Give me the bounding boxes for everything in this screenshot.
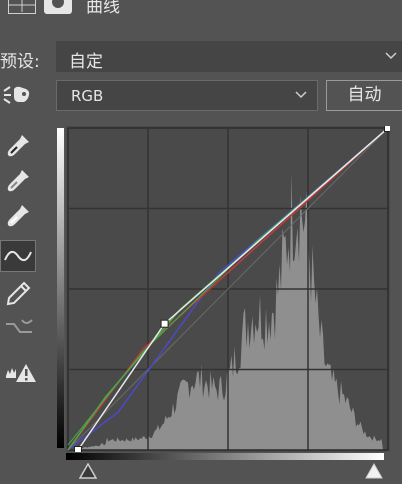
gray-point-eyedropper-icon (7, 170, 29, 192)
curve-control-point[interactable] (384, 124, 392, 132)
curve-control-point[interactable] (74, 446, 82, 454)
black-point-slider[interactable] (79, 463, 97, 479)
curves-graph-canvas[interactable] (66, 124, 392, 454)
smooth-curve-tool[interactable] (0, 314, 40, 346)
smooth-curve-icon (6, 319, 33, 333)
white-point-slider[interactable] (365, 463, 383, 479)
output-gradient-bar (57, 128, 64, 448)
clipping-warning-tool[interactable] (0, 358, 40, 390)
on-image-adjust-icon[interactable] (2, 83, 32, 107)
curves-graph[interactable] (66, 124, 392, 456)
mask-icon[interactable] (44, 0, 72, 14)
white-point-eyedropper[interactable] (0, 200, 40, 232)
pencil-tool[interactable] (0, 278, 40, 310)
curve-control-point[interactable] (160, 319, 169, 328)
grid-icon[interactable] (8, 0, 36, 14)
panel-header: 曲线 (0, 0, 402, 18)
chevron-down-icon (295, 91, 307, 99)
clipping-warning-icon (6, 364, 36, 382)
curve-edit-icon (4, 250, 32, 262)
white-point-eyedropper-icon (7, 205, 29, 227)
black-point-eyedropper-icon (7, 135, 29, 157)
gray-point-eyedropper[interactable] (0, 165, 40, 197)
curve-edit-tool[interactable] (0, 240, 36, 272)
pencil-icon (6, 281, 31, 306)
panel-title: 曲线 (86, 0, 120, 17)
preset-value: 自定 (69, 52, 103, 72)
channel-value: RGB (71, 87, 104, 105)
chevron-down-icon (385, 52, 397, 60)
preset-dropdown[interactable]: 自定 (56, 41, 402, 72)
black-point-eyedropper[interactable] (0, 130, 40, 162)
auto-button[interactable]: 自动 (326, 80, 402, 111)
curves-panel: 曲线 预设: 自定 RGB 自动 (0, 0, 402, 484)
preset-label: 预设: (0, 52, 40, 72)
channel-dropdown[interactable]: RGB (56, 80, 318, 111)
